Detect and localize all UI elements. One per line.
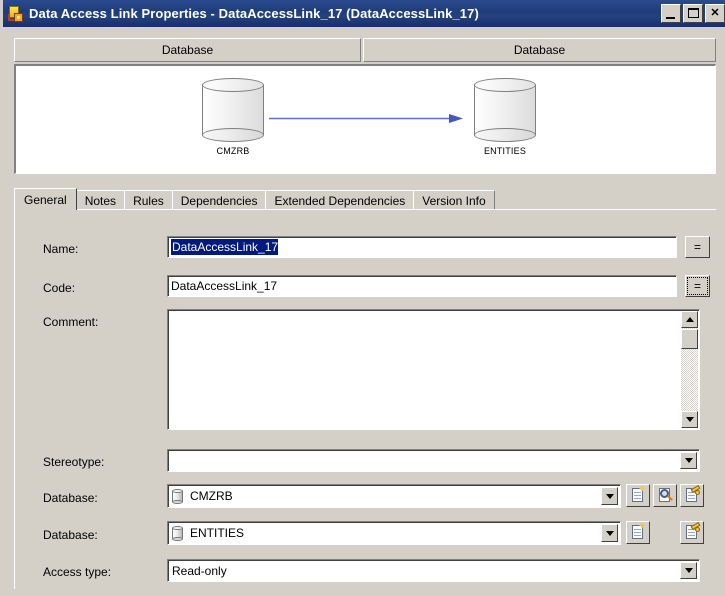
- tab-extended-dependencies[interactable]: Extended Dependencies: [265, 190, 415, 210]
- tab-version-info-label: Version Info: [422, 193, 486, 208]
- database-target-label: Database:: [43, 528, 98, 542]
- tab-rules[interactable]: Rules: [124, 190, 173, 210]
- database-target-value: ENTITIES: [190, 526, 245, 540]
- data-access-link-arrow[interactable]: [269, 114, 469, 123]
- database-cylinder-icon: [202, 78, 264, 142]
- tab-bar: General Notes Rules Dependencies Extende…: [14, 188, 716, 210]
- database-target-dropdown-button[interactable]: [601, 524, 618, 542]
- diagram-header-source: Database: [14, 38, 361, 62]
- comment-textarea[interactable]: [167, 309, 700, 430]
- database-source-properties-button[interactable]: [680, 484, 704, 507]
- window-controls: ✕: [661, 4, 725, 23]
- diagram-header-target: Database: [363, 38, 716, 62]
- database-source-combobox[interactable]: CMZRB: [167, 484, 621, 508]
- database-source-value: CMZRB: [190, 489, 233, 503]
- access-type-value: Read-only: [172, 563, 227, 578]
- name-equals-button[interactable]: =: [685, 236, 710, 258]
- create-icon: ✦: [630, 485, 647, 505]
- scroll-up-button[interactable]: [681, 311, 698, 328]
- scrollbar-thumb[interactable]: [681, 329, 698, 349]
- comment-label: Comment:: [43, 315, 99, 329]
- stereotype-dropdown-button[interactable]: [680, 452, 697, 469]
- database-target-properties-button[interactable]: [680, 521, 704, 544]
- scroll-down-button[interactable]: [681, 411, 698, 428]
- diagram-node-target-label: ENTITIES: [483, 146, 527, 156]
- access-type-dropdown-button[interactable]: [680, 562, 697, 579]
- triangle-up-icon: [685, 317, 694, 322]
- access-type-label: Access type:: [43, 565, 112, 579]
- database-target-combobox[interactable]: ENTITIES: [167, 521, 621, 545]
- close-icon: ✕: [710, 7, 720, 19]
- diagram-header-row: Database Database: [14, 38, 716, 62]
- database-source-label: Database:: [43, 491, 98, 505]
- code-equals-button[interactable]: =: [685, 275, 710, 297]
- tab-notes[interactable]: Notes: [75, 190, 126, 210]
- properties-icon: [684, 485, 701, 505]
- maximize-button[interactable]: [683, 4, 703, 23]
- diagram-node-source-label: CMZRB: [216, 146, 250, 156]
- database-cylinder-icon: [172, 488, 183, 504]
- browse-icon: [657, 487, 674, 505]
- database-cylinder-icon: [172, 525, 183, 541]
- database-source-browse-button[interactable]: [653, 484, 677, 507]
- chevron-down-icon: [605, 530, 614, 536]
- title-bar: Data Access Link Properties - DataAccess…: [3, 0, 725, 27]
- tab-general-label: General: [24, 192, 67, 207]
- create-icon: ✦: [630, 522, 647, 542]
- diagram-preview: Database Database CMZRB ENTITIES: [14, 38, 716, 176]
- chevron-down-icon: [605, 493, 614, 499]
- database-source-dropdown-button[interactable]: [601, 487, 618, 505]
- code-input[interactable]: DataAccessLink_17: [167, 275, 677, 297]
- tab-general[interactable]: General: [14, 188, 77, 210]
- code-label: Code:: [43, 281, 76, 295]
- database-source-create-button[interactable]: ✦: [626, 484, 650, 507]
- properties-dialog-window: Data Access Link Properties - DataAccess…: [0, 0, 725, 596]
- triangle-down-icon: [685, 417, 694, 422]
- name-label: Name:: [43, 242, 79, 256]
- name-input-value: DataAccessLink_17: [171, 239, 279, 255]
- close-button[interactable]: ✕: [705, 4, 725, 23]
- tab-rules-label: Rules: [133, 193, 164, 208]
- name-equals-label: =: [693, 240, 701, 254]
- general-tab-panel: Name: DataAccessLink_17 = Code: DataAcce…: [14, 209, 716, 589]
- tab-dependencies-label: Dependencies: [180, 193, 258, 208]
- data-access-link-icon: [7, 5, 25, 23]
- diagram-node-source[interactable]: CMZRB: [196, 78, 270, 156]
- tab-dependencies[interactable]: Dependencies: [171, 190, 267, 210]
- minimize-button[interactable]: [661, 4, 681, 23]
- tab-notes-label: Notes: [84, 193, 117, 208]
- diagram-canvas[interactable]: CMZRB ENTITIES: [14, 64, 716, 174]
- diagram-node-target[interactable]: ENTITIES: [468, 78, 542, 156]
- code-input-value: DataAccessLink_17: [171, 279, 278, 293]
- stereotype-label: Stereotype:: [43, 455, 105, 469]
- access-type-combobox[interactable]: Read-only: [167, 559, 700, 582]
- tab-extended-dependencies-label: Extended Dependencies: [274, 193, 406, 208]
- properties-icon: [684, 522, 701, 542]
- chevron-down-icon: [684, 458, 693, 463]
- window-title: Data Access Link Properties - DataAccess…: [29, 6, 479, 21]
- code-equals-label: =: [693, 279, 701, 293]
- stereotype-combobox[interactable]: [167, 449, 700, 472]
- name-input[interactable]: DataAccessLink_17: [167, 236, 677, 258]
- database-cylinder-icon: [474, 78, 536, 142]
- tab-version-info[interactable]: Version Info: [413, 190, 495, 210]
- chevron-down-icon: [684, 568, 693, 573]
- database-target-create-button[interactable]: ✦: [626, 521, 650, 544]
- comment-scrollbar[interactable]: [681, 311, 698, 428]
